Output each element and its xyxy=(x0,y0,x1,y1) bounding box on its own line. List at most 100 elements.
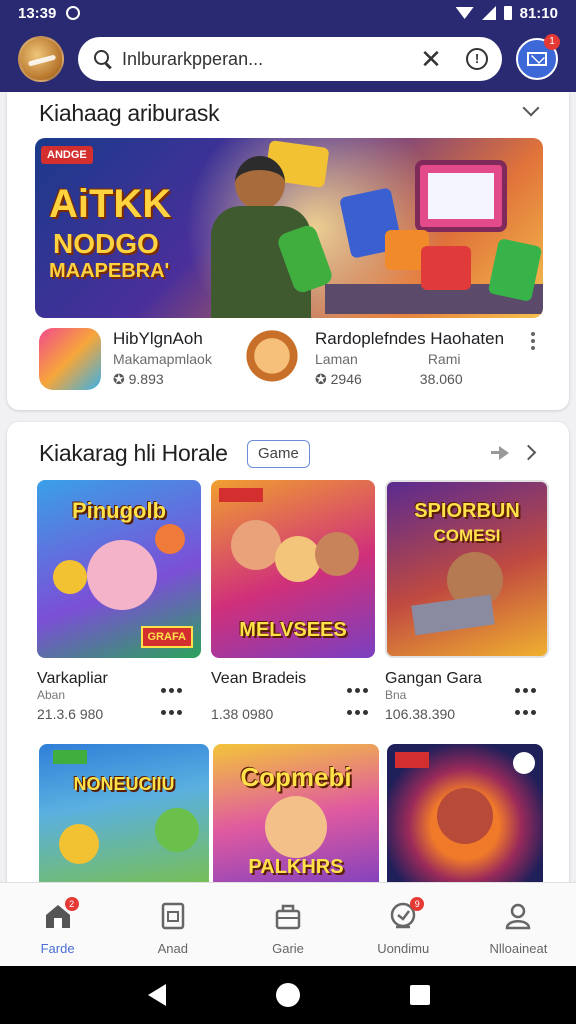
back-icon[interactable] xyxy=(148,984,166,1006)
more-options-icon[interactable] xyxy=(531,332,535,350)
game-art xyxy=(411,594,495,636)
wifi-icon xyxy=(455,7,474,19)
recents-icon[interactable] xyxy=(410,985,430,1005)
mail-badge: 1 xyxy=(544,34,560,50)
game-tile-badge: GRAFA xyxy=(140,626,193,648)
game-tile-subtitle: COMESI xyxy=(433,526,501,545)
game-tile[interactable] xyxy=(387,744,543,892)
game-tile-badge xyxy=(219,488,263,502)
banner-title: AiTKK xyxy=(49,182,172,226)
game-character xyxy=(155,524,185,554)
nav-item-updates[interactable]: 9 Uondimu xyxy=(346,883,461,966)
game-tile[interactable]: MELVSEES xyxy=(211,480,375,658)
game-tile-title: MELVSEES xyxy=(239,619,347,641)
category-chip[interactable]: Game xyxy=(247,440,310,468)
nav-item-account[interactable]: Nlloaineat xyxy=(461,883,576,966)
featured-section: Kiahaag ariburask ANDGE AiTKK NODGO MAAP… xyxy=(7,92,569,410)
search-input[interactable] xyxy=(122,48,402,70)
nav-label: Garie xyxy=(272,941,304,956)
banner-subtitle: NODGO xyxy=(53,228,159,259)
game-character xyxy=(53,560,87,594)
game-tile[interactable]: NONEUCIIU xyxy=(39,744,209,892)
section-title: Kiakarag hli Horale xyxy=(39,440,228,466)
status-bar: 13:39 81:10 xyxy=(0,0,576,26)
more-options-icon[interactable] xyxy=(347,710,368,715)
game-character xyxy=(59,824,99,864)
app-logo[interactable] xyxy=(18,36,64,82)
game-tile-title: SPIORBUN xyxy=(414,500,520,522)
app-rating: 2946 xyxy=(330,371,362,387)
game-character xyxy=(87,540,157,610)
app-rating: 9.893 xyxy=(128,371,164,387)
search-bar[interactable]: ✕ ! xyxy=(78,37,502,81)
nav-item-games[interactable]: Garie xyxy=(230,883,345,966)
home-button-icon[interactable] xyxy=(276,983,300,1007)
nav-item-apps[interactable]: Anad xyxy=(115,883,230,966)
search-icon xyxy=(94,50,112,68)
app-icon-face xyxy=(241,328,303,390)
game-character xyxy=(315,532,359,576)
nav-label: Anad xyxy=(157,941,188,956)
app-value: 38.060 xyxy=(419,371,463,387)
more-options-icon[interactable] xyxy=(347,688,368,693)
game-character xyxy=(265,796,327,858)
nav-badge: 9 xyxy=(410,897,425,911)
account-icon xyxy=(503,901,533,931)
more-options-icon[interactable] xyxy=(161,710,182,715)
nav-badge: 2 xyxy=(64,897,79,911)
status-time: 13:39 xyxy=(18,4,57,22)
section-title: Kiahaag ariburask xyxy=(39,100,220,126)
app-name: HibYlgnAoh xyxy=(113,329,203,348)
game-value: 106.38.390 xyxy=(385,706,456,722)
game-tile-title: Copmebi xyxy=(240,762,352,792)
bottom-nav: 2 Farde Anad Garie 9 Uondimu Nlloaineat xyxy=(0,882,576,966)
app-name: Rardoplefndes Haohaten xyxy=(315,329,505,348)
game-name: Varkapliar xyxy=(37,670,108,687)
mail-button[interactable]: 1 xyxy=(516,34,560,80)
arrow-right-icon[interactable] xyxy=(491,446,509,460)
app-subtitle: Laman xyxy=(315,351,358,367)
featured-banner[interactable]: ANDGE AiTKK NODGO MAAPEBRA' xyxy=(35,138,543,318)
nav-label: Nlloaineat xyxy=(489,941,548,956)
clear-icon[interactable]: ✕ xyxy=(416,44,446,75)
game-tile-badge xyxy=(395,752,429,768)
signal-icon xyxy=(481,6,496,20)
battery-icon xyxy=(503,6,512,20)
more-options-icon[interactable] xyxy=(161,688,182,693)
chevron-down-icon[interactable] xyxy=(522,99,540,117)
game-tile[interactable]: SPIORBUN COMESI xyxy=(385,480,549,658)
game-subtitle: Aban xyxy=(37,688,66,702)
game-tile-title: Pinugolb xyxy=(71,498,167,523)
mail-icon xyxy=(527,52,547,66)
banner-subtitle: MAAPEBRA' xyxy=(49,260,170,282)
star-icon: ✪ xyxy=(315,371,331,387)
game-tile[interactable]: Pinugolb GRAFA xyxy=(37,480,201,658)
app-subtitle: Makamapmlaok xyxy=(113,351,212,367)
game-tile-title: NONEUCIIU xyxy=(73,774,175,794)
list-item[interactable]: Rardoplefndes Haohaten Laman Rami ✪ 2946 3… xyxy=(241,328,504,398)
info-icon[interactable]: ! xyxy=(466,48,488,70)
game-value: 1.38 0980 xyxy=(211,706,274,722)
more-options-icon[interactable] xyxy=(515,688,536,693)
more-options-icon[interactable] xyxy=(515,710,536,715)
game-character xyxy=(231,520,281,570)
updates-icon: 9 xyxy=(388,897,425,931)
apps-icon xyxy=(158,901,188,931)
game-tile[interactable]: Copmebi PALKHRS xyxy=(213,744,379,892)
list-item[interactable]: HibYlgnAoh Makamapmlaok ✪ 9.893 xyxy=(39,328,212,398)
game-character xyxy=(437,788,493,844)
game-name: Gangan Gara xyxy=(385,670,482,687)
system-nav-bar xyxy=(0,966,576,1024)
app-subtitle: Rami xyxy=(427,351,461,367)
play-icon[interactable] xyxy=(513,752,535,774)
game-name: Vean Bradeis xyxy=(211,670,307,687)
games-section: Kiakarag hli Horale Game Pinugolb GRAFA … xyxy=(7,422,569,892)
game-value: 21.3.6 980 xyxy=(37,706,104,722)
banner-art xyxy=(415,160,507,232)
chevron-right-icon[interactable] xyxy=(520,444,537,461)
nav-item-home[interactable]: 2 Farde xyxy=(0,883,115,966)
games-icon xyxy=(273,901,303,931)
game-character xyxy=(155,808,199,852)
banner-tag: ANDGE xyxy=(41,146,93,164)
notification-icon xyxy=(66,6,81,20)
